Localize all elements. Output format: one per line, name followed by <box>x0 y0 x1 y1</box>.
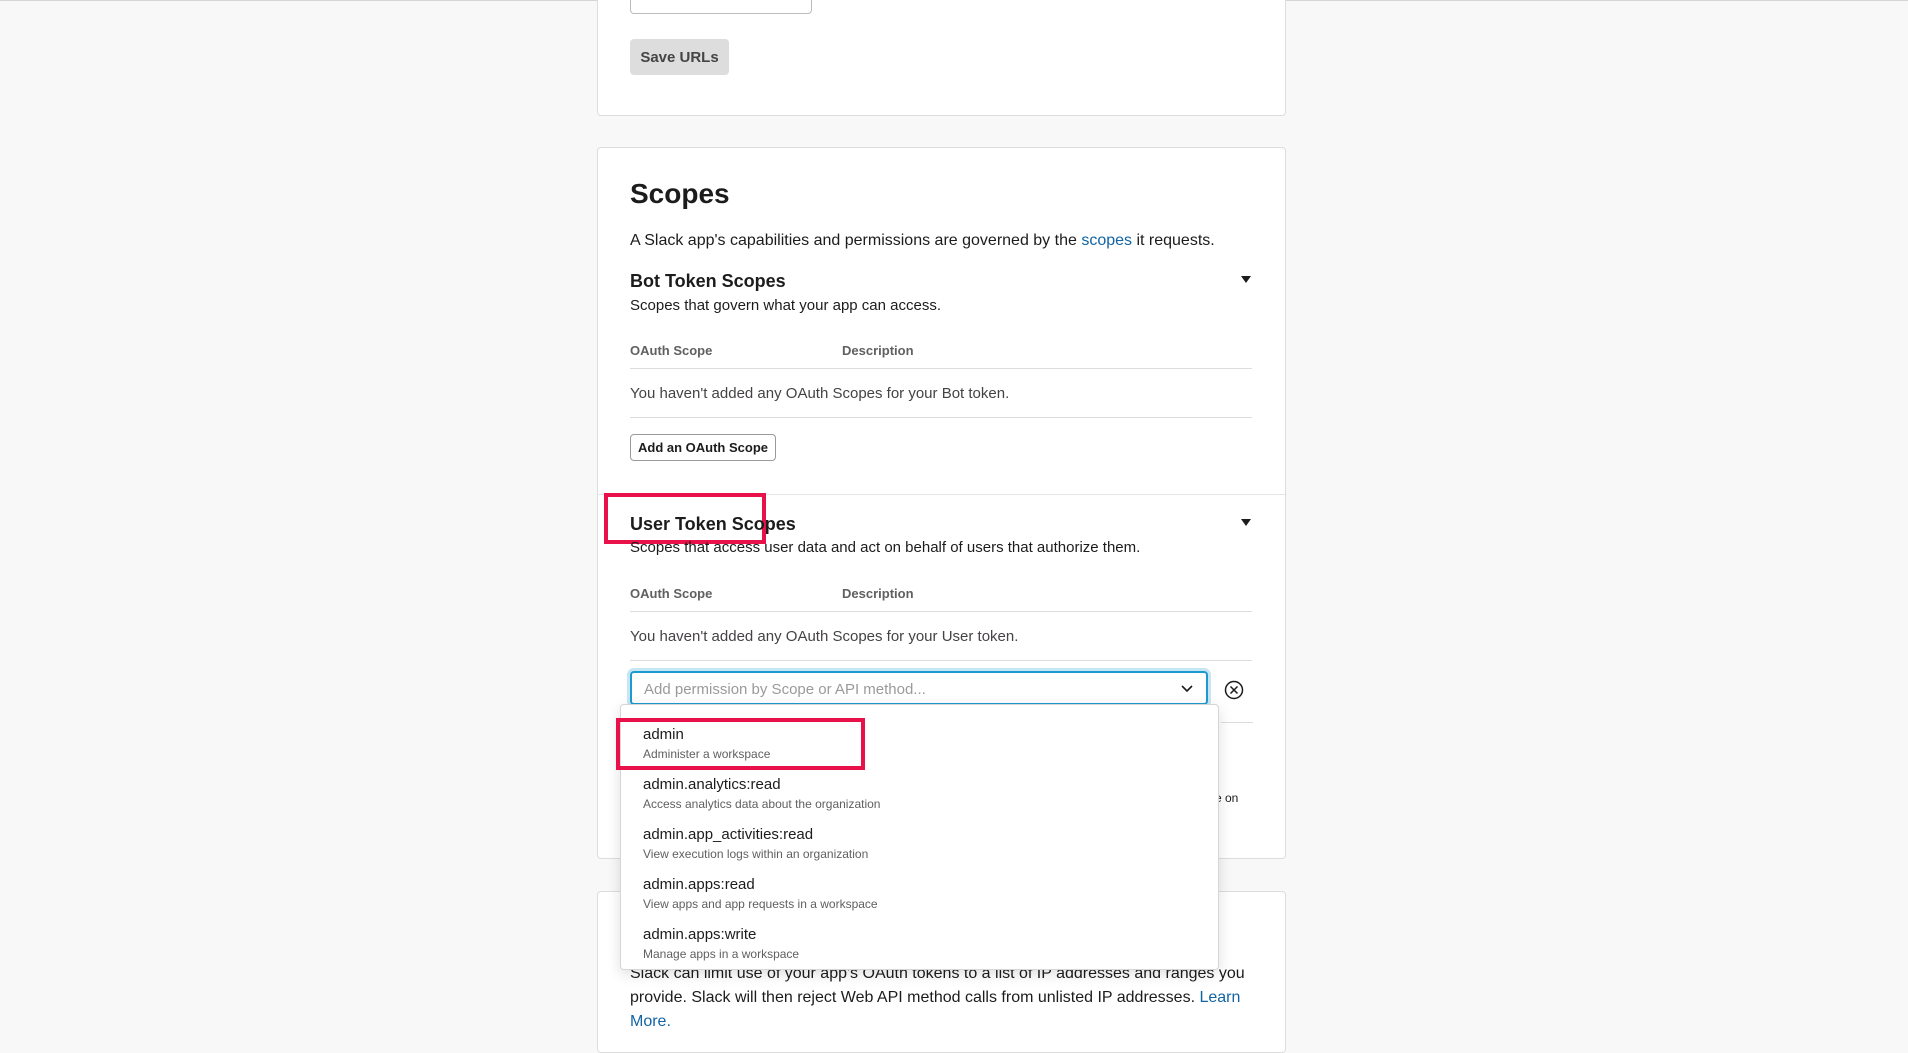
user-col-oauth-scope: OAuth Scope <box>630 586 713 601</box>
user-table-bottom-divider <box>630 660 1252 661</box>
user-token-scopes-subtitle: Scopes that access user data and act on … <box>630 539 1141 556</box>
option-description: View execution logs within an organizati… <box>643 847 869 861</box>
bot-col-description: Description <box>842 343 914 358</box>
scopes-link[interactable]: scopes <box>1081 232 1132 249</box>
add-permission-input[interactable] <box>642 677 1166 701</box>
redirect-url-input[interactable] <box>630 0 812 14</box>
bot-scopes-collapse-caret-icon[interactable] <box>1241 276 1251 283</box>
option-name: admin.analytics:read <box>643 776 781 793</box>
option-name: admin.app_activities:read <box>643 826 814 843</box>
option-description: Access analytics data about the organiza… <box>643 797 881 811</box>
chevron-down-icon[interactable] <box>1180 681 1194 695</box>
add-permission-select[interactable] <box>630 671 1208 705</box>
user-token-scopes-title: User Token Scopes <box>630 514 796 534</box>
redirect-urls-card: Save URLs <box>597 0 1286 116</box>
option-name: admin.apps:write <box>643 926 757 943</box>
clear-circle-icon[interactable] <box>1224 680 1244 700</box>
option-description: View apps and app requests in a workspac… <box>643 897 878 911</box>
scopes-intro: A Slack app's capabilities and permissio… <box>630 232 1215 250</box>
user-table-header-divider <box>630 611 1252 612</box>
highlight-admin-option <box>616 718 865 770</box>
scopes-title: Scopes <box>630 178 730 209</box>
bot-token-scopes-title: Bot Token Scopes <box>630 271 786 291</box>
user-col-description: Description <box>842 586 914 601</box>
dropdown-option-admin-analytics-read[interactable]: admin.analytics:read Access analytics da… <box>643 776 880 812</box>
dropdown-option-admin-app-activities-read[interactable]: admin.app_activities:read View execution… <box>643 826 868 862</box>
user-empty-message: You haven't added any OAuth Scopes for y… <box>630 628 1019 645</box>
user-scopes-collapse-caret-icon[interactable] <box>1241 519 1251 526</box>
user-table-divider-stub <box>1221 722 1253 723</box>
option-description: Manage apps in a workspace <box>643 947 800 961</box>
scopes-intro-text: A Slack app's capabilities and permissio… <box>630 232 1082 249</box>
bot-table-bottom-divider <box>630 417 1252 418</box>
dropdown-option-admin-apps-write[interactable]: admin.apps:write Manage apps in a worksp… <box>643 926 799 962</box>
ip-restriction-description: Slack can limit use of your app's OAuth … <box>630 962 1255 1034</box>
ip-restriction-text: Slack can limit use of your app's OAuth … <box>630 965 1245 1006</box>
bot-empty-message: You haven't added any OAuth Scopes for y… <box>630 385 1010 402</box>
bot-token-scopes-subtitle: Scopes that govern what your app can acc… <box>630 297 942 314</box>
bot-table-header-divider <box>630 368 1252 369</box>
add-oauth-scope-button[interactable]: Add an OAuth Scope <box>630 434 776 461</box>
save-urls-button[interactable]: Save URLs <box>630 39 729 75</box>
dropdown-option-admin-apps-read[interactable]: admin.apps:read View apps and app reques… <box>643 876 878 912</box>
bot-col-oauth-scope: OAuth Scope <box>630 343 713 358</box>
scopes-intro-text-end: it requests. <box>1132 232 1215 249</box>
option-name: admin.apps:read <box>643 876 755 893</box>
